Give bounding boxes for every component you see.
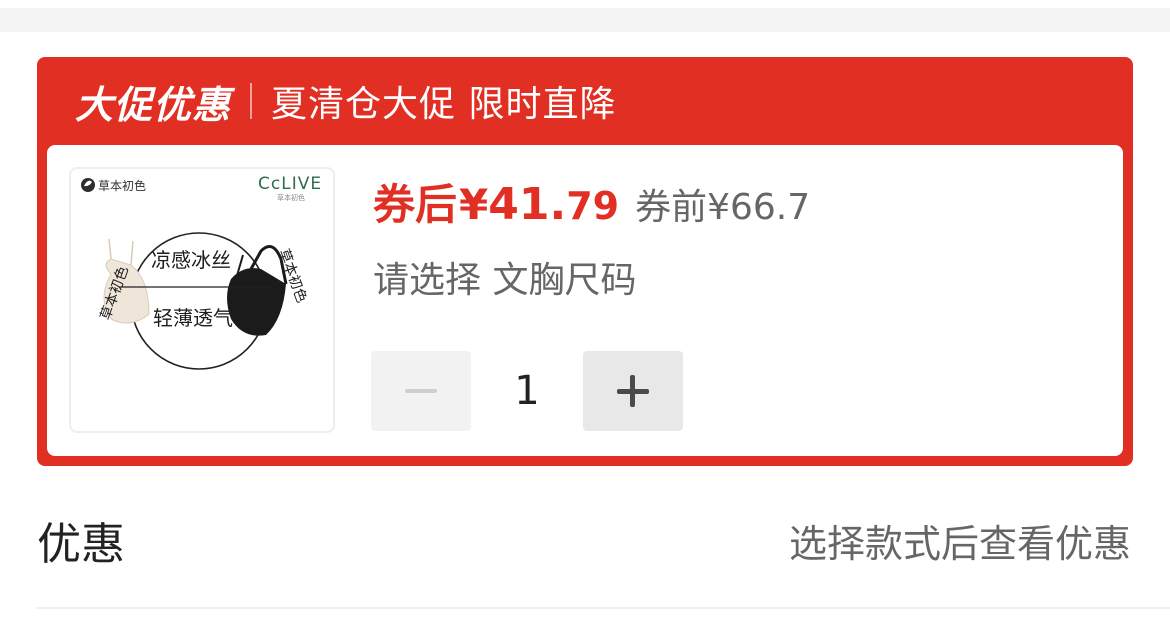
brand-logo-text: CcLIVE (258, 174, 322, 194)
price-after-decimal: 79 (566, 184, 620, 228)
brand-logo-sub: 草本初色 (277, 193, 305, 202)
promo-title: 大促优惠 (75, 82, 232, 127)
price-after-label: 券后 (373, 180, 458, 229)
price-currency-symbol: ¥ (459, 180, 489, 229)
leaf-icon (81, 178, 95, 192)
product-image[interactable]: 草本初色 CcLIVE 草本初色 凉感冰丝 轻薄透气 草本初色 草本初色 (69, 167, 335, 433)
promo-header: 大促优惠 夏清仓大促 限时直降 (37, 57, 1133, 145)
promo-divider (250, 83, 253, 119)
brand-cn-text: 草本初色 (98, 179, 146, 193)
product-card: 草本初色 CcLIVE 草本初色 凉感冰丝 轻薄透气 草本初色 草本初色 券后 … (47, 145, 1123, 456)
promo-subtitle: 夏清仓大促 限时直降 (271, 84, 617, 125)
price-after-integer: 41. (488, 179, 567, 230)
discount-row[interactable]: 优惠 选择款式后查看优惠 (37, 500, 1133, 580)
top-divider-bar (0, 8, 1170, 32)
quantity-increase-button[interactable] (583, 351, 683, 431)
size-select-hint[interactable]: 请选择 文胸尺码 (373, 251, 636, 303)
discount-label: 优惠 (37, 519, 125, 570)
bottom-divider (37, 607, 1170, 609)
top-strip (0, 0, 1170, 32)
promo-banner: 大促优惠 夏清仓大促 限时直降 草本初色 CcLIVE 草本初色 凉感冰丝 轻薄… (37, 57, 1133, 466)
price-before: 券前¥66.7 (635, 187, 811, 228)
feature-2-text: 轻薄透气 (153, 306, 233, 330)
price-row: 券后 ¥ 41. 79 券前¥66.7 (373, 171, 810, 232)
minus-icon (405, 389, 437, 393)
black-bra-illustration (227, 245, 288, 336)
quantity-value[interactable]: 1 (471, 351, 583, 431)
product-image-art: 草本初色 CcLIVE 草本初色 凉感冰丝 轻薄透气 草本初色 草本初色 (81, 174, 322, 370)
discount-hint: 选择款式后查看优惠 (788, 521, 1131, 566)
quantity-decrease-button[interactable] (371, 351, 471, 431)
feature-1-text: 凉感冰丝 (151, 248, 231, 272)
